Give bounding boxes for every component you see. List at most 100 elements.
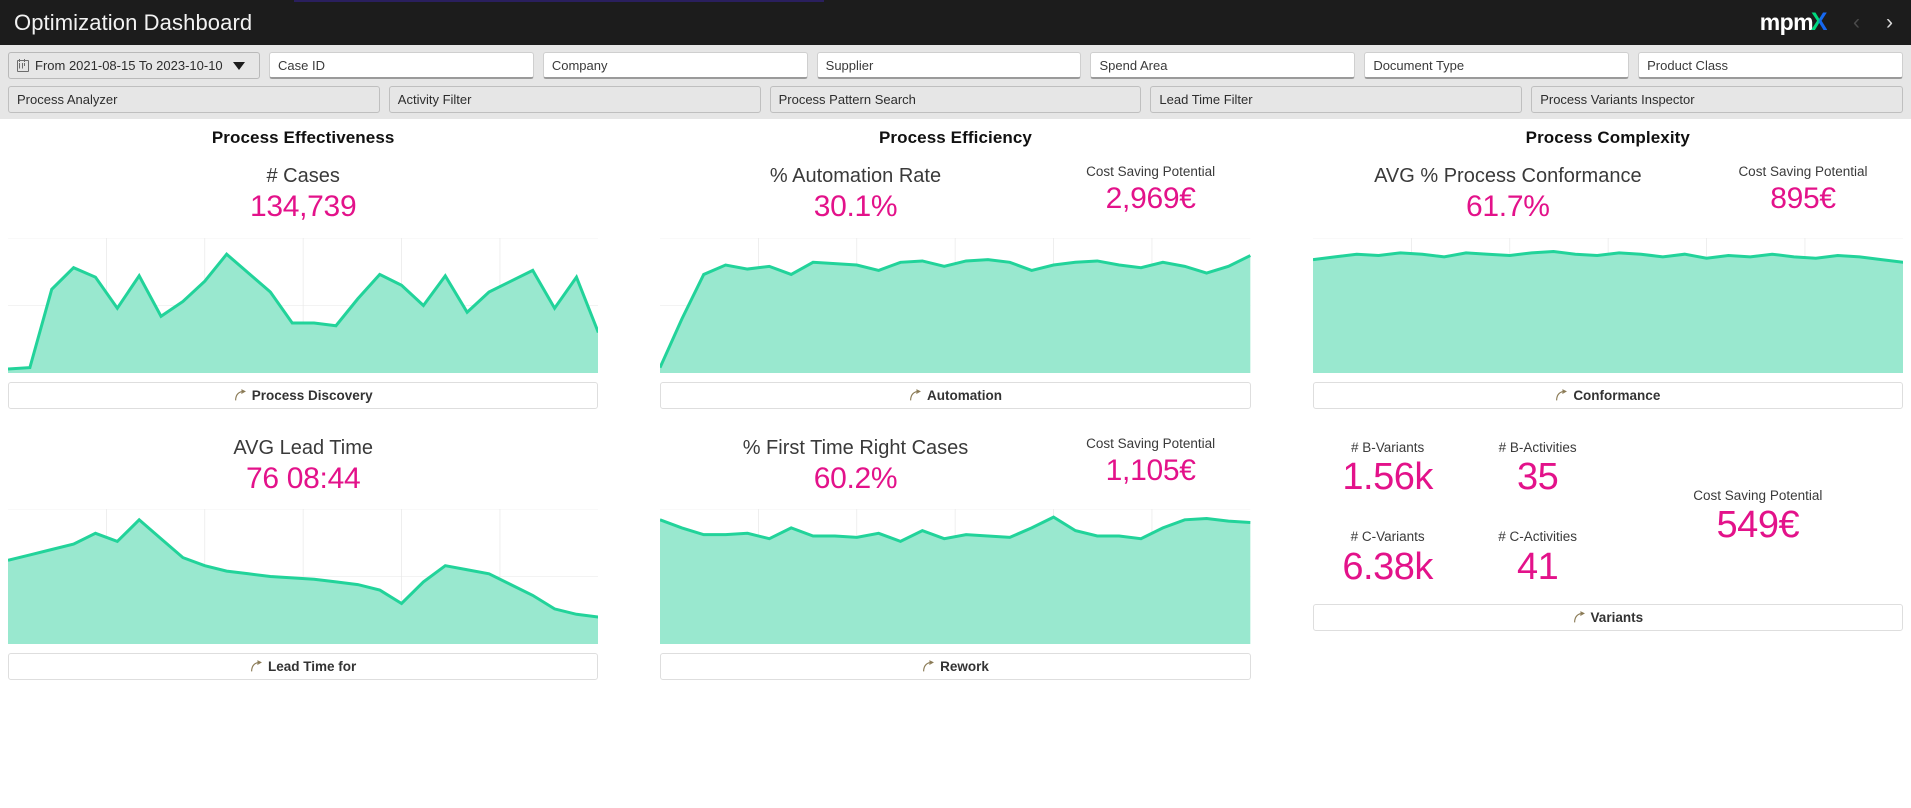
button-lead-time-for[interactable]: Lead Time for [8, 653, 599, 680]
dashboard-body: Process Effectiveness # Cases 134,739 Pr… [0, 119, 1911, 680]
kpi-value: 134,739 [249, 190, 357, 223]
kpi-row-first-time-right: % First Time Right Cases 60.2% Cost Savi… [660, 436, 1250, 498]
button-label: Automation [926, 387, 1002, 403]
column-title-effectiveness: Process Effectiveness [211, 128, 395, 147]
kpi-value: 1.56k [1342, 455, 1433, 498]
kpi-label: # C-Activities [1498, 529, 1578, 545]
logo-accent-x: X [1810, 8, 1828, 36]
curved-arrow-icon [251, 660, 262, 672]
document-type-placeholder: Document Type [1373, 57, 1465, 73]
kpi-value: 549€ [1716, 503, 1800, 546]
kpi-label: # C-Variants [1350, 529, 1425, 545]
tool-lead-time-filter[interactable]: Lead Time Filter [1150, 86, 1523, 113]
kpi-avg-lead-time: AVG Lead Time 76 08:44 [8, 436, 598, 498]
area-chart-svg [8, 509, 599, 644]
curved-arrow-icon [923, 660, 935, 672]
kpi-cases: # Cases 134,739 [8, 164, 598, 226]
button-label: Variants [1590, 610, 1644, 626]
button-automation[interactable]: Automation [660, 381, 1251, 409]
search-input-spend-area[interactable]: Spend Area [1090, 52, 1356, 79]
kpi-automation-rate: % Automation Rate 30.1% [660, 164, 1050, 226]
search-input-case-id[interactable]: Case ID [269, 52, 534, 79]
tool-label: Activity Filter [397, 92, 472, 107]
tool-activity-filter[interactable]: Activity Filter [388, 86, 761, 113]
chart-lead-time-trend [8, 509, 599, 644]
chart-conformance-trend [1312, 237, 1903, 373]
tool-label: Process Variants Inspector [1540, 92, 1695, 107]
supplier-placeholder: Supplier [825, 57, 874, 73]
card-variants: # B-Variants 1.56k # C-Variants 6.38k # … [1312, 436, 1903, 681]
search-input-document-type[interactable]: Document Type [1364, 52, 1630, 79]
kpi-value: 2,969€ [1105, 182, 1196, 216]
search-input-company[interactable]: Company [542, 52, 808, 79]
tool-label: Process Pattern Search [778, 92, 916, 107]
kpi-row-lead-time: AVG Lead Time 76 08:44 [8, 436, 598, 498]
date-range-label: From 2021-08-15 To 2023-10-10 [35, 58, 223, 73]
kpi-label: # B-Activities [1498, 439, 1577, 455]
date-range-picker[interactable]: From 2021-08-15 To 2023-10-10 [8, 52, 260, 79]
dashboard-row-2: AVG Lead Time 76 08:44 Lead Time for % F… [8, 427, 1903, 681]
variants-grid: # B-Variants 1.56k # C-Variants 6.38k # … [1313, 440, 1903, 590]
kpi-label: % Automation Rate [769, 165, 942, 187]
button-label: Process Discovery [251, 387, 373, 403]
search-input-product-class[interactable]: Product Class [1638, 52, 1903, 79]
kpi-first-time-right: % First Time Right Cases 60.2% [660, 436, 1050, 498]
chevron-left-icon[interactable]: ‹ [1853, 12, 1860, 33]
kpi-cost-saving-conformance: Cost Saving Potential 895€ [1703, 164, 1903, 218]
kpi-row-conformance: AVG % Process Conformance 61.7% Cost Sav… [1313, 164, 1903, 226]
tool-label: Process Analyzer [17, 92, 118, 107]
kpi-row-cases: # Cases 134,739 [8, 164, 598, 226]
button-conformance[interactable]: Conformance [1312, 381, 1903, 409]
chevron-right-icon[interactable]: › [1886, 12, 1893, 33]
button-rework[interactable]: Rework [660, 653, 1251, 680]
curved-arrow-icon [910, 388, 921, 400]
tool-process-pattern-search[interactable]: Process Pattern Search [769, 86, 1142, 113]
mpmx-logo: mpm X [1759, 8, 1828, 37]
product-class-placeholder: Product Class [1647, 57, 1729, 73]
kpi-label: AVG Lead Time [233, 436, 374, 459]
kpi-value: 35 [1517, 455, 1559, 498]
kpi-label: # Cases [266, 165, 340, 187]
curved-arrow-icon [234, 388, 246, 400]
button-label: Conformance [1573, 387, 1661, 403]
calendar-icon [17, 59, 29, 72]
kpi-label: AVG % Process Conformance [1374, 165, 1642, 187]
spend-area-placeholder: Spend Area [1099, 57, 1168, 73]
logo-text: mpm [1759, 9, 1814, 35]
kpi-label: Cost Saving Potential [1693, 487, 1823, 503]
dashboard-row-1: Process Effectiveness # Cases 134,739 Pr… [8, 119, 1903, 409]
card-avg-lead-time: AVG Lead Time 76 08:44 Lead Time for [8, 436, 599, 680]
kpi-value: 76 08:44 [245, 461, 361, 495]
area-chart-svg [660, 237, 1251, 373]
tool-process-analyzer[interactable]: Process Analyzer [8, 86, 380, 113]
kpi-value: 895€ [1770, 182, 1836, 216]
kpi-b-activities: # B-Activities 35 # C-Activities 41 [1463, 440, 1613, 590]
filter-bar: From 2021-08-15 To 2023-10-10 Case ID Co… [0, 45, 1911, 119]
tool-label: Lead Time Filter [1159, 92, 1253, 107]
kpi-value: 6.38k [1342, 545, 1433, 588]
button-process-discovery[interactable]: Process Discovery [8, 381, 599, 409]
card-process-complexity: Process Complexity AVG % Process Conform… [1312, 128, 1903, 409]
kpi-cost-saving-automation: Cost Saving Potential 2,969€ [1051, 164, 1251, 218]
card-process-efficiency: Process Efficiency % Automation Rate 30.… [660, 128, 1251, 409]
curved-arrow-icon [1556, 388, 1568, 400]
tool-process-variants-inspector[interactable]: Process Variants Inspector [1531, 86, 1903, 113]
kpi-value: 1,105€ [1105, 453, 1196, 487]
company-placeholder: Company [551, 57, 608, 73]
kpi-cost-saving-variants: Cost Saving Potential 549€ [1613, 440, 1903, 548]
filter-row-tools: Process Analyzer Activity Filter Process… [8, 86, 1903, 113]
case-id-placeholder: Case ID [278, 57, 325, 73]
button-label: Lead Time for [268, 659, 357, 674]
chart-cases-trend [8, 237, 599, 373]
card-process-effectiveness: Process Effectiveness # Cases 134,739 Pr… [8, 128, 599, 409]
area-chart-svg [660, 509, 1251, 644]
chevron-down-icon[interactable] [232, 61, 245, 70]
button-variants[interactable]: Variants [1312, 604, 1903, 632]
kpi-label: # B-Variants [1351, 439, 1425, 455]
search-input-supplier[interactable]: Supplier [816, 52, 1082, 79]
curved-arrow-icon [1573, 611, 1585, 623]
kpi-value: 60.2% [813, 461, 898, 495]
kpi-b-variants: # B-Variants 1.56k # C-Variants 6.38k [1313, 440, 1463, 590]
